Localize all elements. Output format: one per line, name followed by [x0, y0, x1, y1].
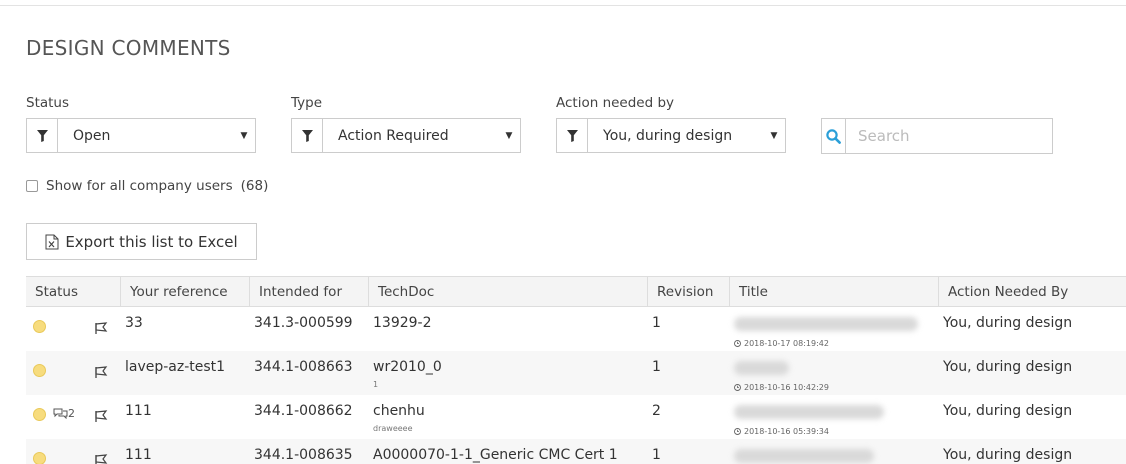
row-revision: 1	[652, 447, 661, 463]
row-techdoc-name: 13929-2	[373, 315, 432, 331]
show-all-label: Show for all company users	[46, 178, 233, 194]
row-title[interactable]: 2018-10-16 10:42:29	[734, 351, 829, 392]
redacted-title	[734, 449, 874, 463]
show-all-count: (68)	[240, 178, 269, 194]
status-filter-value: Open	[73, 127, 111, 144]
status-indicator	[33, 320, 46, 333]
search-box	[821, 118, 1053, 154]
redacted-title	[734, 361, 789, 375]
flag-icon	[94, 452, 108, 464]
page-title: DESIGN COMMENTS	[26, 36, 231, 60]
flag-icon	[94, 320, 108, 339]
row-intended-for: 341.3-000599	[254, 315, 353, 331]
comments-table: Status Your reference Intended for TechD…	[26, 276, 1126, 464]
row-intended-for: 344.1-008662	[254, 403, 353, 419]
row-techdoc-name: A0000070-1-1_Generic CMC Cert 1	[373, 447, 618, 463]
filter-icon	[27, 119, 58, 152]
row-timestamp-text: 2018-10-17 08:19:42	[744, 339, 829, 348]
row-techdoc-sub: draweeee	[373, 424, 413, 433]
export-excel-button[interactable]: Export this list to Excel	[26, 223, 257, 260]
type-filter-select[interactable]: Action Required ▼	[291, 118, 521, 153]
row-techdoc-name: wr2010_0	[373, 359, 442, 375]
column-header-revision[interactable]: Revision	[647, 277, 729, 306]
row-intended-for: 344.1-008663	[254, 359, 353, 375]
table-header: Status Your reference Intended for TechD…	[26, 276, 1126, 307]
table-row[interactable]: 111 344.1-008635 A0000070-1-1_Generic CM…	[26, 439, 1126, 464]
type-filter-value: Action Required	[338, 127, 449, 144]
filter-icon	[557, 119, 588, 152]
export-excel-label: Export this list to Excel	[65, 232, 238, 251]
row-action-needed-by: You, during design	[943, 315, 1073, 331]
row-title[interactable]	[734, 439, 874, 464]
row-techdoc[interactable]: A0000070-1-1_Generic CMC Cert 1	[373, 439, 618, 463]
column-header-techdoc[interactable]: TechDoc	[368, 277, 647, 306]
search-icon[interactable]	[822, 119, 846, 153]
caret-down-icon: ▼	[505, 130, 513, 141]
row-reference: 111	[125, 403, 152, 419]
status-indicator	[33, 408, 46, 421]
row-reference: 111	[125, 447, 152, 463]
table-row[interactable]: 2 111 344.1-008662 chenhu draweeee 2 2018…	[26, 395, 1126, 439]
row-timestamp: 2018-10-17 08:19:42	[734, 339, 918, 348]
column-header-intended-for[interactable]: Intended for	[249, 277, 368, 306]
row-action-needed-by: You, during design	[943, 447, 1073, 463]
row-techdoc-sub: 1	[373, 380, 379, 389]
status-filter-label: Status	[26, 95, 70, 111]
row-techdoc[interactable]: wr2010_0 1	[373, 351, 442, 389]
clock-icon	[734, 428, 741, 435]
row-timestamp-text: 2018-10-16 05:39:34	[744, 427, 829, 436]
clock-icon	[734, 340, 741, 347]
clock-icon	[734, 384, 741, 391]
filter-icon	[292, 119, 323, 152]
top-divider	[0, 5, 1126, 6]
type-filter-label: Type	[291, 95, 323, 111]
status-filter-select[interactable]: Open ▼	[26, 118, 256, 153]
row-techdoc[interactable]: chenhu draweeee	[373, 395, 425, 433]
row-revision: 1	[652, 315, 661, 331]
flag-icon	[94, 364, 108, 383]
row-reference: lavep-az-test1	[125, 359, 226, 375]
row-reference: 33	[125, 315, 143, 331]
row-intended-for: 344.1-008635	[254, 447, 353, 463]
action-needed-filter-label: Action needed by	[556, 95, 675, 111]
column-header-title[interactable]: Title	[729, 277, 938, 306]
action-needed-filter-select[interactable]: You, during design ▼	[556, 118, 786, 153]
flag-icon	[94, 408, 108, 427]
column-header-your-reference[interactable]: Your reference	[120, 277, 249, 306]
excel-file-icon	[45, 234, 59, 250]
comment-count[interactable]: 2	[53, 407, 75, 420]
row-title[interactable]: 2018-10-16 05:39:34	[734, 395, 884, 436]
row-revision: 2	[652, 403, 661, 419]
caret-down-icon: ▼	[240, 130, 248, 141]
row-timestamp: 2018-10-16 10:42:29	[734, 383, 829, 392]
row-timestamp-text: 2018-10-16 10:42:29	[744, 383, 829, 392]
row-revision: 1	[652, 359, 661, 375]
column-header-action-needed-by[interactable]: Action Needed By	[938, 277, 1126, 306]
status-indicator	[33, 364, 46, 377]
column-header-status[interactable]: Status	[26, 277, 120, 306]
row-techdoc-name: chenhu	[373, 403, 425, 419]
row-timestamp: 2018-10-16 05:39:34	[734, 427, 884, 436]
comment-count-text: 2	[68, 407, 75, 420]
search-input[interactable]	[846, 119, 1052, 153]
show-all-checkbox[interactable]	[26, 180, 38, 192]
table-row[interactable]: lavep-az-test1 344.1-008663 wr2010_0 1 1 …	[26, 351, 1126, 395]
redacted-title	[734, 405, 884, 419]
table-row[interactable]: 33 341.3-000599 13929-2 1 2018-10-17 08:…	[26, 307, 1126, 351]
show-all-toggle[interactable]: Show for all company users (68)	[26, 178, 268, 194]
redacted-title	[734, 317, 918, 331]
status-indicator	[33, 452, 46, 464]
action-needed-filter-value: You, during design	[603, 127, 733, 144]
row-techdoc[interactable]: 13929-2	[373, 307, 432, 331]
row-title[interactable]: 2018-10-17 08:19:42	[734, 307, 918, 348]
row-action-needed-by: You, during design	[943, 359, 1073, 375]
row-action-needed-by: You, during design	[943, 403, 1073, 419]
caret-down-icon: ▼	[770, 130, 778, 141]
comment-icon	[53, 408, 68, 419]
